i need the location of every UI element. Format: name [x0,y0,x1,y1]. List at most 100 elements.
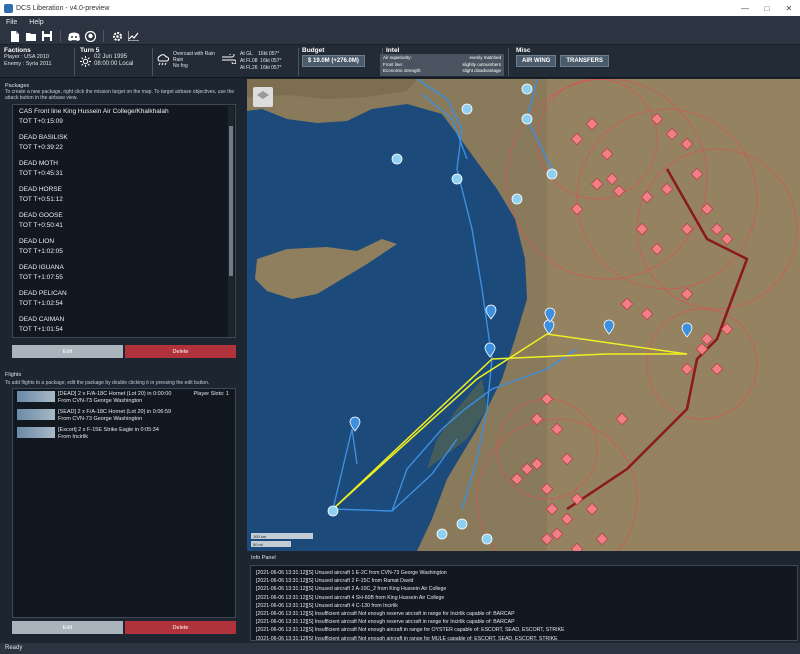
minimize-icon[interactable]: — [734,4,756,13]
factions-section: Factions Player : USA 2010 Enemy : Syria… [4,47,52,67]
aircraft-thumbnail [17,409,55,420]
package-list-scrollbar[interactable] [228,106,234,337]
turn-section: Turn 5 02 Jun 1995 08:00:00 Local [80,47,134,67]
window-title: DCS Liberation - v4.0-preview [16,4,110,12]
flight-origin: From Incirlik [58,434,88,440]
enemy-faction: Enemy : Syria 2011 [4,61,52,67]
theater-map[interactable]: 100 km 50 mi [247,79,800,551]
package-item[interactable]: DEAD PELICAN TOT T+1:02:54 [13,287,235,313]
friendly-unit-icon[interactable] [481,533,493,545]
flight-list[interactable]: [DEAD] 2 x F/A-18C Hornet (Lot 20) in 0:… [12,388,236,618]
package-name: DEAD GOOSE [19,212,63,219]
friendly-unit-icon[interactable] [461,103,473,115]
package-item[interactable]: DEAD LION TOT T+1:02:05 [13,235,235,261]
menu-file[interactable]: File [6,19,17,26]
new-file-icon[interactable] [8,29,22,43]
menu-bar: File Help [0,16,800,28]
window-controls: — □ ✕ [734,4,800,13]
flight-item[interactable]: [SEAD] 2 x F/A-18C Hornet (Lot 20) in 0:… [13,407,235,425]
friendly-unit-icon[interactable] [546,168,558,180]
wind-icon [222,52,237,66]
title-bar: DCS Liberation - v4.0-preview — □ ✕ [0,0,800,16]
flights-header: Flights [5,372,22,378]
map-canvas[interactable] [247,79,800,551]
log-line: [2021-06-06 13:31:12][S] Insufficient ai… [256,627,565,634]
flight-item[interactable]: [DEAD] 2 x F/A-18C Hornet (Lot 20) in 0:… [13,389,235,407]
delete-package-button[interactable]: Delete [125,345,236,358]
player-slots: Player Slots: 1 [193,391,229,397]
log-line: [2021-06-06 13:31:12][S] Insufficient ai… [256,635,558,641]
discord-icon[interactable] [67,29,81,43]
flights-hint: To add flights to a package, edit the pa… [5,380,210,386]
package-tot: TOT T+0:39:22 [19,144,63,151]
package-item[interactable]: CAS Front line King Hussein Air College/… [13,105,235,131]
package-tot: TOT T+0:45:31 [19,170,63,177]
friendly-unit-icon[interactable] [391,153,403,165]
friendly-unit-icon[interactable] [451,173,463,185]
package-tot: TOT T+1:02:54 [19,300,63,307]
open-folder-icon[interactable] [24,29,38,43]
turn-date: 02 Jun 1995 [94,54,128,60]
package-item[interactable]: DEAD CAIMAN TOT T+1:01:54 [13,313,235,337]
rain-cloud-icon [157,54,169,66]
scrollbar-thumb[interactable] [229,126,233,276]
friendly-unit-icon[interactable] [456,518,468,530]
log-line: [2021-06-06 13:31:12][S] Insufficient ai… [256,611,515,618]
package-name: DEAD CAIMAN [19,316,65,323]
package-tot: TOT T+1:02:05 [19,248,63,255]
maximize-icon[interactable]: □ [756,4,778,13]
player-faction: Player : USA 2010 [4,54,49,60]
menu-help[interactable]: Help [29,19,43,26]
friendly-unit-icon[interactable] [521,113,533,125]
package-list[interactable]: CAS Front line King Hussein Air College/… [12,104,236,338]
github-icon[interactable] [83,29,97,43]
transfers-button[interactable]: TRANSFERS [560,55,610,67]
air-wing-button[interactable]: AIR WING [516,55,557,67]
game-info-bar: Factions Player : USA 2010 Enemy : Syria… [0,45,800,78]
flight-summary: [SEAD] 2 x F/A-18C Hornet (Lot 20) in 0:… [58,409,172,415]
package-name: DEAD LION [19,238,55,245]
friendly-unit-icon[interactable] [436,528,448,540]
package-tot: TOT T+1:01:54 [19,326,63,333]
package-name: CAS Front line King Hussein Air College/… [19,108,169,115]
settings-gear-icon[interactable] [110,29,124,43]
package-name: DEAD PELICAN [19,290,67,297]
info-log[interactable]: [2021-06-06 13:31:12][S] Unused aircraft… [250,565,798,641]
package-item[interactable]: DEAD MOTH TOT T+0:45:31 [13,157,235,183]
package-tot: TOT T+0:51:12 [19,196,63,203]
package-name: DEAD HORSE [19,186,62,193]
log-line: [2021-06-06 13:31:12][S] Unused aircraft… [256,602,398,609]
package-item[interactable]: DEAD IGUANA TOT T+1:07:55 [13,261,235,287]
package-item[interactable]: DEAD GOOSE TOT T+0:50:41 [13,209,235,235]
edit-package-button[interactable]: Edit [12,345,123,358]
package-item[interactable]: DEAD HORSE TOT T+0:51:12 [13,183,235,209]
packages-hint: To create a new package, right click the… [5,89,235,101]
toolbar-separator [103,30,104,42]
app-logo-icon [4,3,13,13]
log-line: [2021-06-06 13:31:12][S] Unused aircraft… [256,586,447,593]
log-line: [2021-06-06 13:31:12][S] Unused aircraft… [256,578,414,585]
intel-summary[interactable]: Air superiority: evenly matched Front lin… [380,54,504,76]
info-panel: Info Panel [2021-06-06 13:31:12][S] Unus… [247,553,800,643]
friendly-unit-icon[interactable] [521,83,533,95]
package-name: DEAD IGUANA [19,264,64,271]
friendly-unit-icon[interactable] [327,505,339,517]
flight-item[interactable]: [Escort] 2 x F-15E Strike Eagle in 0:05:… [13,425,235,443]
flight-origin: From CVN-73 George Washington [58,416,143,422]
package-name: DEAD BASILISK [19,134,68,141]
stats-chart-icon[interactable] [126,29,140,43]
budget-button[interactable]: $ 19.0M (+276.0M) [302,55,365,67]
friendly-unit-icon[interactable] [511,193,523,205]
packages-header: Packages [5,83,30,89]
info-panel-title: Info Panel [251,555,276,561]
edit-flight-button[interactable]: Edit [12,621,123,634]
delete-flight-button[interactable]: Delete [125,621,236,634]
package-name: DEAD MOTH [19,160,58,167]
left-pane: Packages To create a new package, right … [0,79,246,643]
toolbar-separator [60,30,61,42]
status-bar: Ready [0,643,800,654]
package-item[interactable]: DEAD BASILISK TOT T+0:39:22 [13,131,235,157]
close-icon[interactable]: ✕ [778,4,800,13]
save-icon[interactable] [40,29,54,43]
sun-icon [80,55,91,67]
